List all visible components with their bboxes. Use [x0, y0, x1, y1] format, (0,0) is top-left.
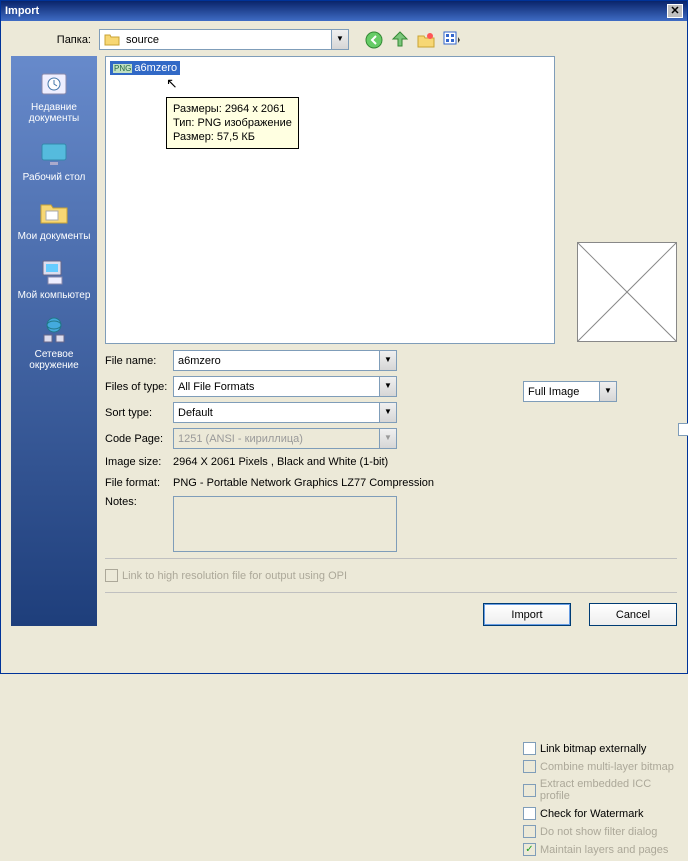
- dropdown-button[interactable]: ▼: [379, 403, 396, 422]
- filename-label: File name:: [105, 355, 173, 367]
- checkbox-box: [523, 742, 536, 755]
- combine-checkbox: Combine multi-layer bitmap: [523, 760, 683, 773]
- checkbox-box: [523, 825, 536, 838]
- sidebar-label: Сетевое окружение: [13, 349, 95, 371]
- preview-checkbox[interactable]: Preview: [678, 423, 688, 436]
- fileformat-label: File format:: [105, 477, 173, 489]
- recent-icon: [38, 68, 70, 100]
- filetype-value: All File Formats: [174, 381, 379, 393]
- up-icon[interactable]: [391, 31, 409, 49]
- codepage-value: 1251 (ANSI - кириллица): [174, 433, 379, 445]
- fileformat-value: PNG - Portable Network Graphics LZ77 Com…: [173, 475, 434, 491]
- fullimage-combo[interactable]: Full Image ▼: [523, 381, 617, 402]
- checkbox-box: [105, 569, 118, 582]
- filename-combo[interactable]: a6mzero ▼: [173, 350, 397, 371]
- folder-label: Папка:: [11, 34, 99, 46]
- codepage-label: Code Page:: [105, 433, 173, 445]
- folder-dropdown-button[interactable]: ▼: [331, 30, 348, 49]
- new-folder-icon[interactable]: [417, 31, 435, 49]
- file-name: a6mzero: [134, 62, 177, 74]
- sidebar-item-recent[interactable]: Недавние документы: [13, 64, 95, 128]
- maintain-layers-checkbox: ✓Maintain layers and pages: [523, 843, 683, 856]
- nav-icons: [365, 31, 461, 49]
- folder-input[interactable]: [124, 31, 331, 49]
- sort-value: Default: [174, 407, 379, 419]
- import-button[interactable]: Import: [483, 603, 571, 626]
- filename-value: a6mzero: [174, 355, 379, 367]
- filetype-combo[interactable]: All File Formats ▼: [173, 376, 397, 397]
- sidebar-item-mydocs[interactable]: Мои документы: [13, 193, 95, 246]
- dropdown-button[interactable]: ▼: [599, 382, 616, 401]
- cursor-icon: ↖: [166, 75, 178, 92]
- sidebar-item-mycomputer[interactable]: Мой компьютер: [13, 252, 95, 305]
- close-button[interactable]: ✕: [667, 4, 683, 18]
- places-sidebar: Недавние документы Рабочий стол Мои доку…: [11, 56, 97, 626]
- sort-combo[interactable]: Default ▼: [173, 402, 397, 423]
- view-menu-icon[interactable]: [443, 31, 461, 49]
- sidebar-label: Мой компьютер: [18, 290, 91, 301]
- file-list[interactable]: PNG a6mzero ↖ Размеры: 2964 x 2061 Тип: …: [105, 56, 555, 344]
- desktop-icon: [38, 138, 70, 170]
- notes-field: [173, 496, 397, 552]
- checkbox-box: [678, 423, 688, 436]
- folder-icon: [104, 32, 120, 48]
- checkbox-box: [523, 760, 536, 773]
- cancel-button[interactable]: Cancel: [589, 603, 677, 626]
- fullimage-value: Full Image: [524, 386, 599, 398]
- titlebar: Import ✕: [1, 1, 687, 21]
- nofilter-checkbox: Do not show filter dialog: [523, 825, 683, 838]
- window-title: Import: [5, 5, 667, 17]
- png-badge-icon: PNG: [113, 64, 132, 73]
- dialog-buttons: Import Cancel: [105, 603, 677, 626]
- dropdown-button: ▼: [379, 429, 396, 448]
- mydocs-icon: [38, 197, 70, 229]
- dropdown-button[interactable]: ▼: [379, 351, 396, 370]
- sidebar-label: Недавние документы: [13, 102, 95, 124]
- tooltip-size: Размер: 57,5 КБ: [173, 130, 292, 144]
- checkbox-box: [523, 784, 536, 797]
- filetype-label: Files of type:: [105, 381, 173, 393]
- imagesize-value: 2964 X 2061 Pixels , Black and White (1-…: [173, 454, 388, 470]
- checkbox-box: [523, 807, 536, 820]
- watermark-checkbox[interactable]: Check for Watermark: [523, 807, 683, 820]
- tooltip-type: Тип: PNG изображение: [173, 116, 292, 130]
- file-tooltip: Размеры: 2964 x 2061 Тип: PNG изображени…: [166, 97, 299, 149]
- imagesize-label: Image size:: [105, 456, 173, 468]
- link-bitmap-checkbox[interactable]: Link bitmap externally: [523, 742, 683, 755]
- extract-icc-checkbox: Extract embedded ICC profile: [523, 778, 683, 802]
- import-options: Link bitmap externally Combine multi-lay…: [523, 742, 683, 861]
- dropdown-button[interactable]: ▼: [379, 377, 396, 396]
- import-dialog: Import ✕ Папка: ▼ Нед: [0, 0, 688, 674]
- codepage-combo: 1251 (ANSI - кириллица) ▼: [173, 428, 397, 449]
- sort-label: Sort type:: [105, 407, 173, 419]
- computer-icon: [38, 256, 70, 288]
- opi-checkbox: Link to high resolution file for output …: [105, 558, 677, 593]
- sidebar-label: Рабочий стол: [23, 172, 86, 183]
- checkbox-box: ✓: [523, 843, 536, 856]
- folder-combo[interactable]: ▼: [99, 29, 349, 50]
- sidebar-item-network[interactable]: Сетевое окружение: [13, 311, 95, 375]
- notes-label: Notes:: [105, 496, 173, 508]
- folder-row: Папка: ▼: [11, 29, 677, 50]
- sidebar-label: Мои документы: [18, 231, 91, 242]
- preview-thumbnail: [577, 242, 677, 342]
- file-item-selected[interactable]: PNG a6mzero: [110, 61, 180, 75]
- back-icon[interactable]: [365, 31, 383, 49]
- network-icon: [38, 315, 70, 347]
- sidebar-item-desktop[interactable]: Рабочий стол: [13, 134, 95, 187]
- tooltip-dimensions: Размеры: 2964 x 2061: [173, 102, 292, 116]
- form-area: File name: a6mzero ▼ Files of type: All …: [105, 350, 665, 552]
